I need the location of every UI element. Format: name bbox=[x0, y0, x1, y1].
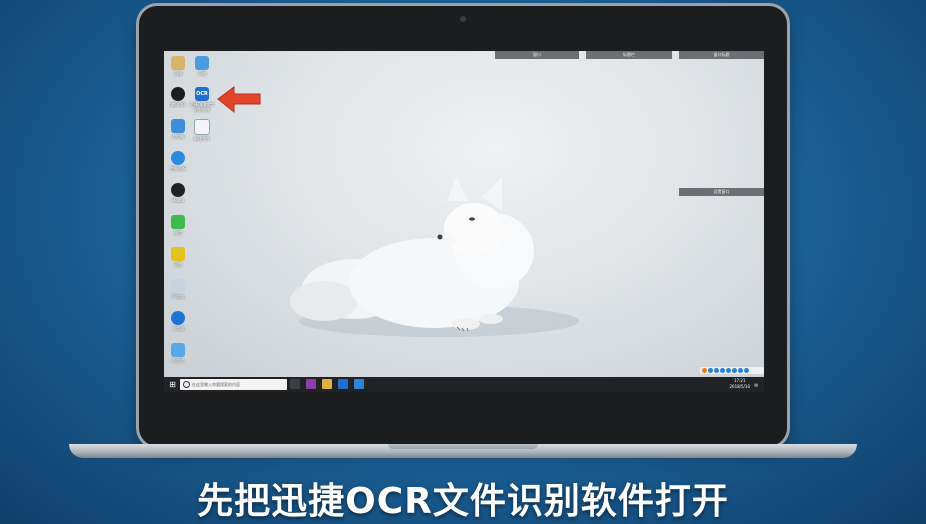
window-bar-3[interactable]: 窗口标题 bbox=[679, 51, 764, 59]
floating-tray[interactable] bbox=[700, 367, 764, 374]
taskbar-app-1-icon[interactable] bbox=[306, 379, 316, 389]
desktop-icon-ocr-label: 迅捷OCR文字识别软件 bbox=[189, 102, 215, 112]
taskbar: ⊞ 在这里输入你要搜索的内容 17:21 2018/5/10 ▤ bbox=[164, 377, 764, 392]
desktop-icon-2[interactable]: 网络 bbox=[188, 56, 216, 76]
subtitle-caption: 先把迅捷OCR文件识别软件打开 bbox=[197, 481, 729, 522]
side-window-bar[interactable]: 设置窗口 bbox=[679, 188, 764, 196]
tray-app-icon-7[interactable] bbox=[738, 368, 743, 373]
search-input[interactable]: 在这里输入你要搜索的内容 bbox=[180, 379, 287, 390]
laptop-screen: 窗口 标题栏 窗口标题 设置窗口 迅捷 腾讯QQ 此电脑 控制面板 Media … bbox=[164, 51, 764, 392]
media-player-icon bbox=[171, 183, 185, 197]
file-explorer-icon[interactable] bbox=[322, 379, 332, 389]
desktop-icon-4-label: 新建文件 bbox=[194, 136, 210, 141]
tray-app-icon-4[interactable] bbox=[720, 368, 725, 373]
network-icon bbox=[195, 56, 209, 70]
desktop-icon-5[interactable]: 控制面板 bbox=[164, 151, 192, 171]
desktop-icon-4[interactable]: 新建文件 bbox=[188, 119, 216, 141]
webcam bbox=[460, 16, 466, 22]
tray-app-icon-1[interactable] bbox=[702, 368, 707, 373]
taskbar-app-2-icon[interactable] bbox=[338, 379, 348, 389]
search-placeholder: 在这里输入你要搜索的内容 bbox=[192, 382, 240, 387]
desktop-icon-9[interactable]: 回收站 bbox=[164, 279, 192, 299]
window-bar-3-label: 窗口标题 bbox=[713, 52, 730, 57]
notification-icon[interactable]: ▤ bbox=[754, 377, 758, 392]
desktop-icon-11[interactable]: 任务栏 bbox=[164, 343, 192, 363]
taskbar-clock[interactable]: 17:21 2018/5/10 bbox=[729, 378, 750, 390]
desktop-icon-8-label: 迅雷 bbox=[174, 262, 182, 267]
cortana-icon bbox=[183, 381, 190, 388]
control-panel-icon bbox=[171, 151, 185, 165]
monitor-icon bbox=[171, 343, 185, 357]
xunlei-icon bbox=[171, 247, 185, 261]
start-button[interactable]: ⊞ bbox=[168, 380, 177, 389]
task-view-icon[interactable] bbox=[290, 379, 300, 389]
folder-user-icon bbox=[171, 56, 185, 70]
ocr-app-icon: OCR bbox=[195, 87, 209, 101]
desktop-icon-6-label: Media bbox=[171, 198, 184, 203]
desktop-icon-ocr[interactable]: OCR 迅捷OCR文字识别软件 bbox=[188, 87, 216, 112]
desktop-icon-6[interactable]: Media bbox=[164, 183, 192, 203]
window-bar-2[interactable]: 标题栏 bbox=[586, 51, 672, 59]
tray-app-icon-2[interactable] bbox=[708, 368, 713, 373]
side-window-bar-label: 设置窗口 bbox=[713, 189, 730, 194]
windows-logo-icon: ⊞ bbox=[169, 380, 176, 389]
red-arrow-icon bbox=[217, 86, 261, 114]
tray-app-icon-6[interactable] bbox=[732, 368, 737, 373]
clock-date: 2018/5/10 bbox=[729, 384, 750, 389]
document-icon bbox=[194, 119, 210, 135]
tray-app-icon-5[interactable] bbox=[726, 368, 731, 373]
wechat-icon bbox=[171, 215, 185, 229]
ie-browser-icon bbox=[171, 311, 185, 325]
desktop-icon-11-label: 任务栏 bbox=[172, 358, 184, 363]
computer-icon bbox=[171, 119, 185, 133]
taskbar-app-3-icon[interactable] bbox=[354, 379, 364, 389]
desktop-icon-8[interactable]: 迅雷 bbox=[164, 247, 192, 267]
recycle-bin-icon bbox=[171, 279, 185, 293]
desktop-icon-5-label: 控制面板 bbox=[170, 166, 186, 171]
tray-app-icon-3[interactable] bbox=[714, 368, 719, 373]
desktop-icon-7-label: 微信 bbox=[174, 230, 182, 235]
desktop-icon-10-label: 浏览器 bbox=[172, 326, 184, 331]
desktop-icon-10[interactable]: 浏览器 bbox=[164, 311, 192, 331]
desktop-icon-7[interactable]: 微信 bbox=[164, 215, 192, 235]
window-bar-2-label: 标题栏 bbox=[623, 52, 635, 57]
window-bar-1-label: 窗口 bbox=[533, 52, 541, 57]
laptop-base-notch bbox=[388, 444, 538, 449]
window-bar-1[interactable]: 窗口 bbox=[495, 51, 579, 59]
desktop-icon-9-label: 回收站 bbox=[172, 294, 184, 299]
tray-app-icon-8[interactable] bbox=[744, 368, 749, 373]
desktop-icon-2-label: 网络 bbox=[198, 71, 206, 76]
qq-penguin-icon bbox=[171, 87, 185, 101]
